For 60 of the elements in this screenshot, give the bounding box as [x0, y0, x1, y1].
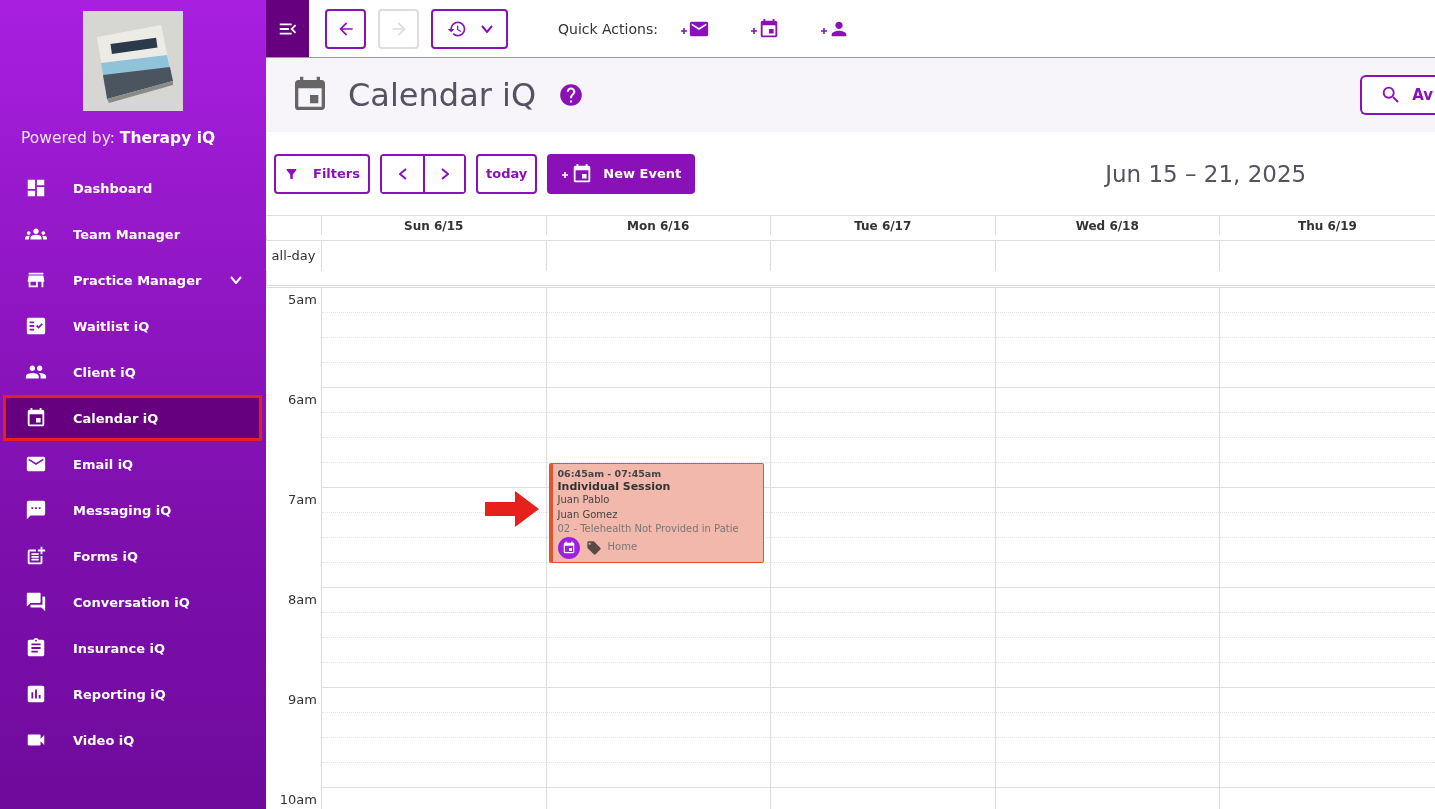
- chevron-right-icon: [440, 167, 449, 180]
- nav-item[interactable]: Insurance iQ: [3, 625, 262, 671]
- event-detail: 02 - Telehealth Not Provided in Patie: [557, 522, 740, 536]
- all-day-label: all-day: [270, 247, 317, 266]
- event-detail: Juan Pablo: [557, 493, 611, 507]
- search-button[interactable]: Av: [1360, 75, 1435, 115]
- calendar-badge-icon[interactable]: [557, 536, 580, 559]
- nav-item[interactable]: Video iQ: [3, 717, 262, 763]
- day-header: Tue 6/17: [770, 216, 995, 235]
- hour-label: 8am: [287, 591, 318, 609]
- new-event-button[interactable]: New Event: [547, 153, 696, 194]
- date-range: Jun 15 – 21, 2025: [1105, 160, 1307, 187]
- nav-item[interactable]: Dashboard: [3, 165, 262, 211]
- hour-label: 7am: [287, 491, 318, 509]
- nav-icon: [25, 545, 47, 567]
- nav-item[interactable]: Messaging iQ: [3, 487, 262, 533]
- quick-actions-label: Quick Actions:: [558, 20, 658, 37]
- menu-toggle-button[interactable]: [266, 0, 309, 57]
- history-dropdown[interactable]: [431, 8, 508, 49]
- arrow-icon: [484, 491, 539, 527]
- nav-item[interactable]: Forms iQ: [3, 533, 262, 579]
- day-header: Mon 6/16: [545, 216, 770, 235]
- nav-item[interactable]: Calendar iQ: [3, 395, 262, 441]
- event-detail: Juan Gomez: [557, 507, 619, 522]
- chevron-left-icon: [398, 167, 407, 180]
- nav-icon: [25, 683, 47, 705]
- hour-label: 9am: [287, 691, 318, 709]
- today-button[interactable]: today: [476, 153, 538, 194]
- nav-icon: [25, 315, 47, 337]
- nav-icon: [25, 637, 47, 659]
- page-title: Calendar iQ: [348, 76, 537, 114]
- event-location: Home: [607, 540, 638, 555]
- day-header: Wed 6/18: [994, 216, 1219, 235]
- nav-icon: [25, 591, 47, 613]
- powered-by-text: Powered by: Therapy iQ: [21, 129, 216, 147]
- day-header: Thu 6/19: [1219, 216, 1435, 235]
- nav-item[interactable]: Conversation iQ: [3, 579, 262, 625]
- chevron-down-icon: [480, 24, 493, 33]
- nav-icon: [25, 177, 47, 199]
- add-event-icon[interactable]: [749, 17, 780, 40]
- next-button[interactable]: [423, 155, 464, 192]
- nav-item[interactable]: Team Manager: [3, 211, 262, 257]
- event-time: 06:45am - 07:45am: [557, 468, 663, 480]
- event-title: Individual Session: [557, 480, 672, 493]
- day-header: Sun 6/15: [321, 216, 546, 235]
- hour-label: 5am: [287, 291, 318, 309]
- tag-icon: [585, 539, 602, 556]
- nav-item[interactable]: Email iQ: [3, 441, 262, 487]
- nav-item[interactable]: Reporting iQ: [3, 671, 262, 717]
- nav-item[interactable]: Practice Manager: [3, 257, 262, 303]
- hour-label: 10am: [278, 791, 318, 809]
- back-button[interactable]: [325, 8, 366, 49]
- hour-label: 6am: [287, 391, 318, 409]
- nav-icon: [25, 407, 47, 429]
- filters-button[interactable]: Filters: [274, 153, 370, 194]
- nav-item[interactable]: Waitlist iQ: [3, 303, 262, 349]
- nav-icon: [25, 499, 47, 521]
- nav-item[interactable]: Client iQ: [3, 349, 262, 395]
- help-icon[interactable]: [558, 82, 585, 108]
- chevron-down-icon[interactable]: [230, 276, 242, 284]
